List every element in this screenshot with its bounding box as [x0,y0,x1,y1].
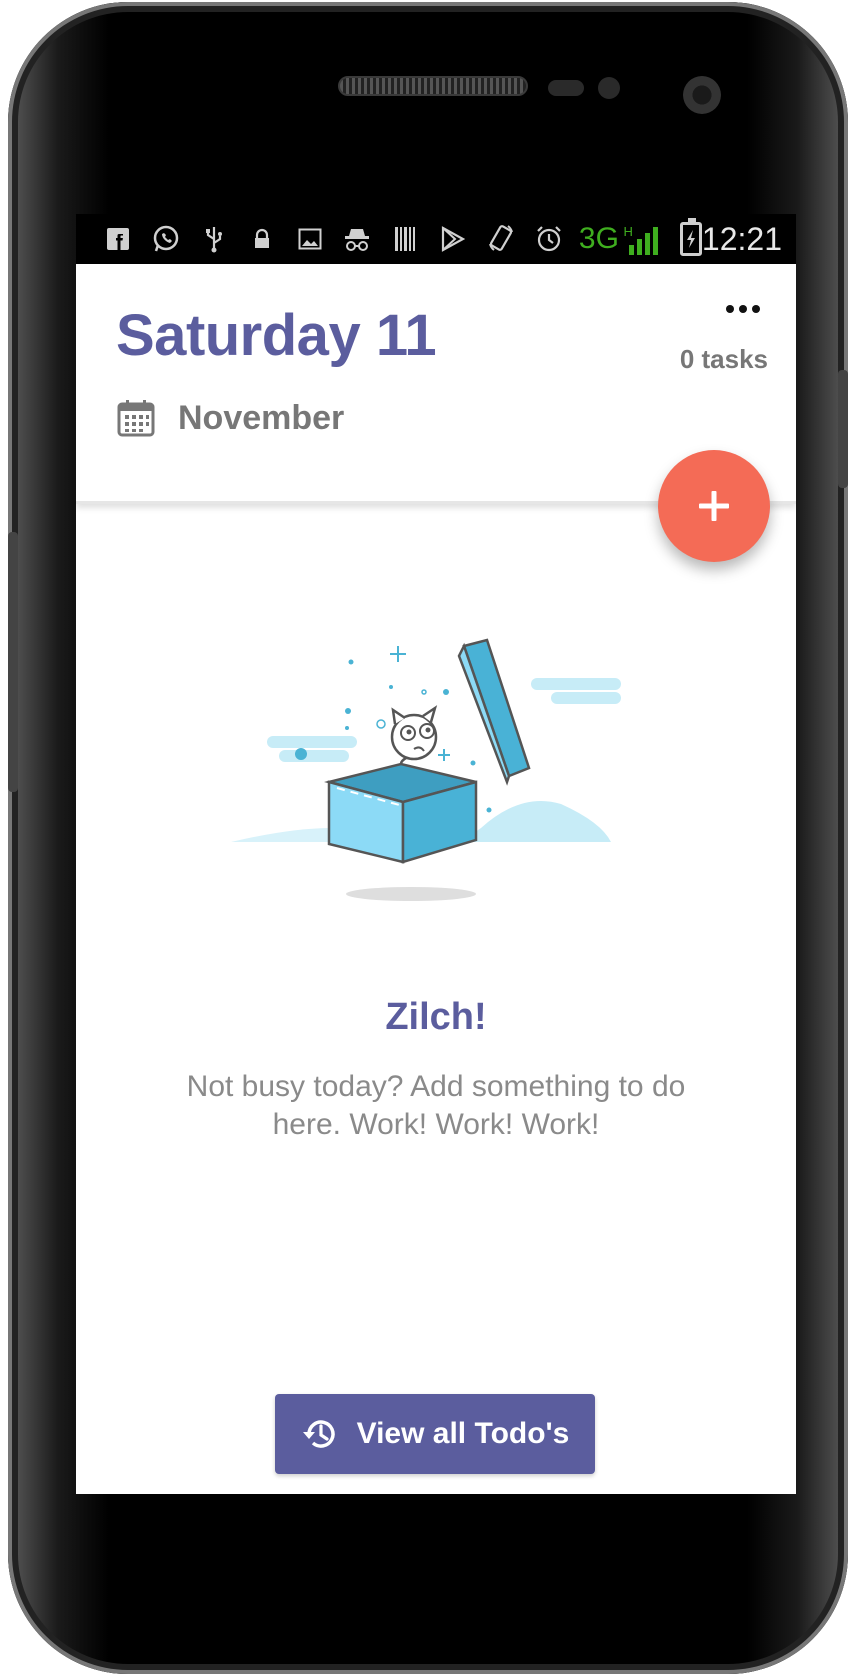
empty-state-message: Not busy today? Add something to do here… [186,1070,686,1141]
view-all-todos-label: View all Todo's [356,1417,570,1450]
add-task-button[interactable] [658,450,770,562]
status-bar: 3G H 12:21 [76,214,796,264]
phone-frame: 3G H 12:21 Saturday 11 November 0 tasks … [8,2,848,1674]
plus-icon [699,491,729,521]
battery-charging-icon [679,218,702,256]
volume-button [8,532,18,792]
whatsapp-icon [142,214,190,264]
usb-icon [190,214,238,264]
view-all-todos-button[interactable]: View all Todo's [275,1394,595,1474]
page-title: Saturday 11 [116,303,437,368]
play-store-icon [429,214,477,264]
barcode-icon [381,214,429,264]
earpiece-speaker [338,76,528,96]
lock-icon [238,214,286,264]
empty-box-illustration [231,638,621,901]
app-screen: 3G H 12:21 Saturday 11 November 0 tasks … [76,214,796,1494]
more-horizontal-icon [726,305,734,313]
network-type: 3G H [578,222,633,255]
screen-rotation-icon [477,214,525,264]
more-options-button[interactable] [718,294,768,324]
power-button [838,370,848,488]
incognito-icon [333,214,381,264]
empty-state-title: Zilch! [385,996,487,1038]
calendar-icon [117,400,155,437]
task-count: 0 tasks [679,344,768,374]
alarm-icon [525,214,573,264]
proximity-sensor [548,80,584,96]
facebook-icon [94,214,142,264]
month-row: November [116,398,344,438]
clock: 12:21 [701,220,782,257]
month-label: November [178,398,345,437]
light-sensor [598,77,620,99]
front-camera [683,76,721,114]
signal-icon [628,223,658,255]
image-icon [286,214,334,264]
history-icon [302,1420,335,1448]
